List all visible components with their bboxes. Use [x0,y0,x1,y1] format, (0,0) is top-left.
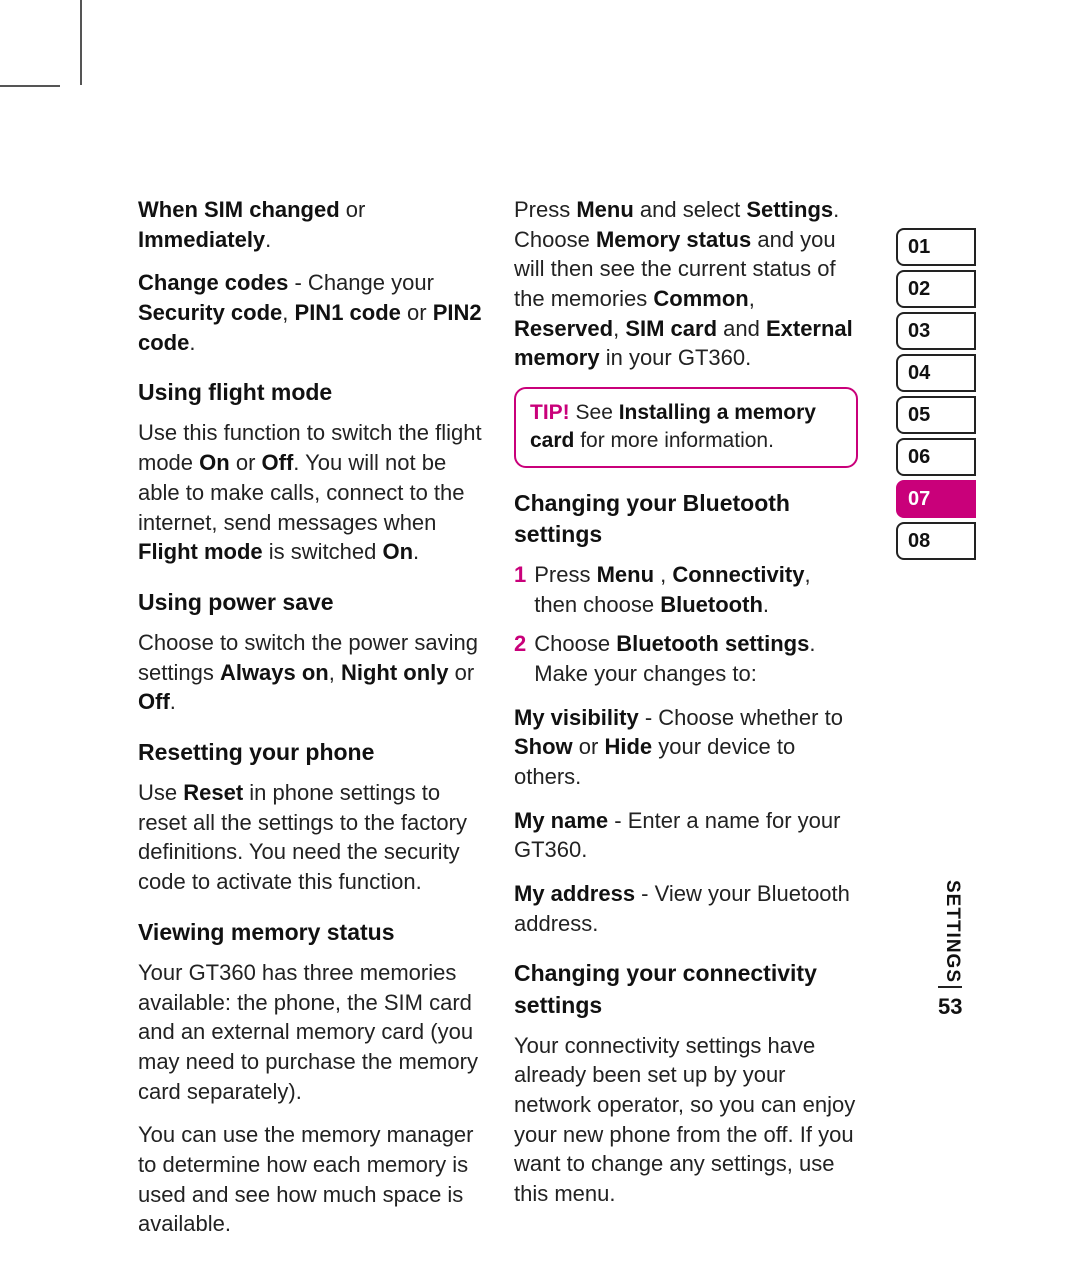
para-my-visibility: My visibility - Choose whether to Show o… [514,703,858,792]
heading-power-save: Using power save [138,587,482,618]
crop-mark-vertical [80,0,82,85]
section-label: SETTINGS [941,880,963,983]
chapter-tab-05[interactable]: 05 [896,396,976,434]
para-flight-mode: Use this function to switch the flight m… [138,418,482,566]
para-memory-2: You can use the memory manager to determ… [138,1120,482,1239]
chapter-tab-06[interactable]: 06 [896,438,976,476]
heading-flight-mode: Using flight mode [138,377,482,408]
list-item: 2Choose Bluetooth settings. Make your ch… [514,629,858,688]
list-item-text: Press Menu , Connectivity, then choose B… [534,560,858,619]
tip-body: See Installing a memory card for more in… [530,401,816,452]
chapter-tab-03[interactable]: 03 [896,312,976,350]
crop-mark-horizontal [0,85,60,87]
chapter-tab-07[interactable]: 07 [896,480,976,518]
para-connectivity: Your connectivity settings have already … [514,1031,858,1209]
chapter-tab-04[interactable]: 04 [896,354,976,392]
heading-memory-status: Viewing memory status [138,917,482,948]
para-my-name: My name - Enter a name for your GT360. [514,806,858,865]
chapter-tabs: 01 02 03 04 05 06 07 08 [896,228,976,564]
list-item: 1Press Menu , Connectivity, then choose … [514,560,858,619]
column-right: Press Menu and select Settings. Choose M… [514,195,858,1253]
tip-label: TIP! [530,401,570,424]
para-power-save: Choose to switch the power saving settin… [138,628,482,717]
manual-page: When SIM changed or Immediately. Change … [0,0,1080,1261]
para-my-address: My address - View your Bluetooth address… [514,879,858,938]
heading-connectivity: Changing your connectivity settings [514,958,858,1020]
list-item-number: 2 [514,629,526,688]
list-item-number: 1 [514,560,526,619]
heading-bluetooth: Changing your Bluetooth settings [514,488,858,550]
section-separator [938,986,962,988]
para-change-codes: Change codes - Change your Security code… [138,268,482,357]
para-reset: Use Reset in phone settings to reset all… [138,778,482,897]
chapter-tab-02[interactable]: 02 [896,270,976,308]
para-mem-status-steps: Press Menu and select Settings. Choose M… [514,195,858,373]
chapter-tab-01[interactable]: 01 [896,228,976,266]
column-left: When SIM changed or Immediately. Change … [138,195,482,1253]
page-number: 53 [938,994,962,1020]
chapter-tab-08[interactable]: 08 [896,522,976,560]
content-columns: When SIM changed or Immediately. Change … [138,195,858,1253]
tip-box: TIP! See Installing a memory card for mo… [514,387,858,468]
para-sim-changed: When SIM changed or Immediately. [138,195,482,254]
bluetooth-steps: 1Press Menu , Connectivity, then choose … [514,560,858,689]
heading-reset: Resetting your phone [138,737,482,768]
para-memory-1: Your GT360 has three memories available:… [138,958,482,1106]
list-item-text: Choose Bluetooth settings. Make your cha… [534,629,858,688]
